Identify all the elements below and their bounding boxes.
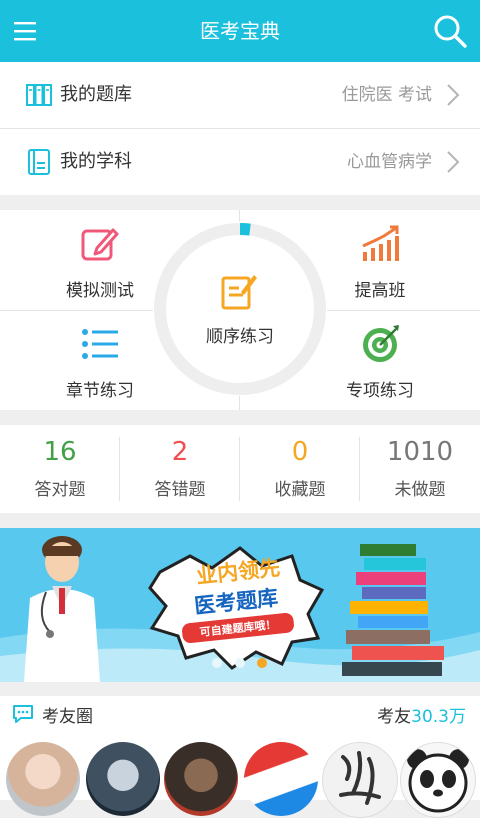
doctor-illustration [24, 536, 100, 682]
unanswered-label: 未做题 [394, 480, 446, 500]
sequential-practice-button[interactable]: 顺序练习 [153, 222, 327, 396]
avatar[interactable] [6, 742, 80, 816]
sequential-practice-label: 顺序练习 [206, 327, 274, 347]
unanswered-stat[interactable]: 1010 未做题 [360, 425, 480, 513]
book-stack-illustration [342, 544, 444, 676]
carousel-dot[interactable] [212, 658, 222, 668]
friends-circle-section: 考友圈 考友30.3万 [0, 696, 480, 818]
avatar[interactable] [322, 742, 398, 818]
question-bank-icon [26, 84, 52, 106]
search-icon[interactable] [432, 13, 468, 49]
trend-chart-icon [362, 225, 399, 261]
favorites-stat[interactable]: 0 收藏题 [240, 425, 360, 513]
my-question-bank-value: 住院医 考试 [341, 85, 432, 105]
wrong-answers-stat[interactable]: 2 答错题 [120, 425, 240, 513]
my-subject-row[interactable]: 我的学科 心血管病学 [0, 129, 480, 195]
avatar[interactable] [164, 742, 238, 816]
correct-answers-stat[interactable]: 16 答对题 [0, 425, 120, 513]
app-title: 医考宝典 [200, 19, 280, 43]
edit-pencil-icon [81, 228, 119, 261]
list-icon [82, 329, 118, 359]
chat-bubble-icon [13, 705, 33, 723]
my-subject-label: 我的学科 [60, 151, 132, 172]
friends-count-value: 30.3万 [411, 707, 466, 727]
favorites-count: 0 [291, 437, 309, 467]
stats-bar: 16 答对题 2 答错题 0 收藏题 1010 未做题 [0, 425, 480, 513]
avatar[interactable] [86, 742, 160, 816]
correct-label: 答对题 [34, 480, 86, 500]
calligraphy-avatar-image [339, 751, 381, 805]
wrong-label: 答错题 [154, 480, 206, 500]
panda-avatar-image [407, 749, 469, 813]
wrong-count: 2 [171, 437, 189, 467]
sequential-edit-icon [221, 275, 257, 310]
friends-count-prefix: 考友 [377, 707, 412, 727]
chevron-right-icon [447, 84, 460, 106]
favorites-label: 收藏题 [274, 480, 326, 500]
chevron-right-icon [447, 151, 460, 173]
unanswered-count: 1010 [386, 437, 454, 467]
target-icon [363, 325, 399, 362]
carousel-dot[interactable] [235, 658, 245, 668]
friends-count[interactable]: 考友30.3万 [377, 702, 466, 727]
promo-banner[interactable]: 业内领先 医考题库 可自建题库哦！ [0, 528, 480, 682]
subject-book-icon [28, 149, 50, 175]
avatar[interactable] [400, 742, 476, 818]
my-subject-value: 心血管病学 [347, 152, 432, 172]
correct-count: 16 [43, 437, 77, 467]
top-bar: 医考宝典 [0, 0, 480, 62]
my-question-bank-row[interactable]: 我的题库 住院医 考试 [0, 62, 480, 129]
friends-circle-title[interactable]: 考友圈 [42, 702, 93, 727]
avatar[interactable] [244, 742, 318, 816]
carousel-dot-active[interactable] [257, 658, 267, 668]
my-question-bank-label: 我的题库 [60, 84, 132, 105]
